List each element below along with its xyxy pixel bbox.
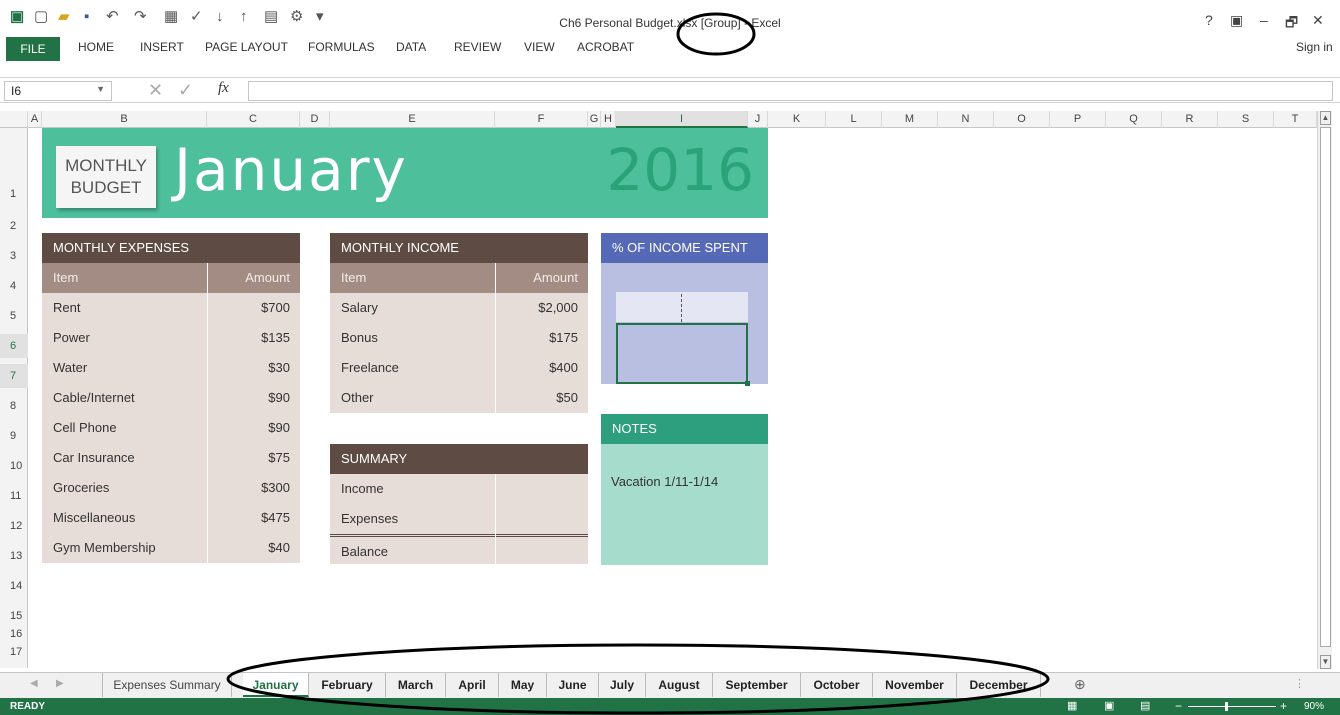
annotation-overlay — [226, 12, 1050, 715]
excel-window: ▣ ▢ ▰ ▪ ↶ ↷ ▦ ✓ ↓ ↑ ▤ ⚙ ▾ Ch6 Personal B… — [0, 0, 1340, 715]
tabs-annotation-oval — [226, 643, 1050, 715]
group-annotation-oval — [676, 12, 756, 56]
